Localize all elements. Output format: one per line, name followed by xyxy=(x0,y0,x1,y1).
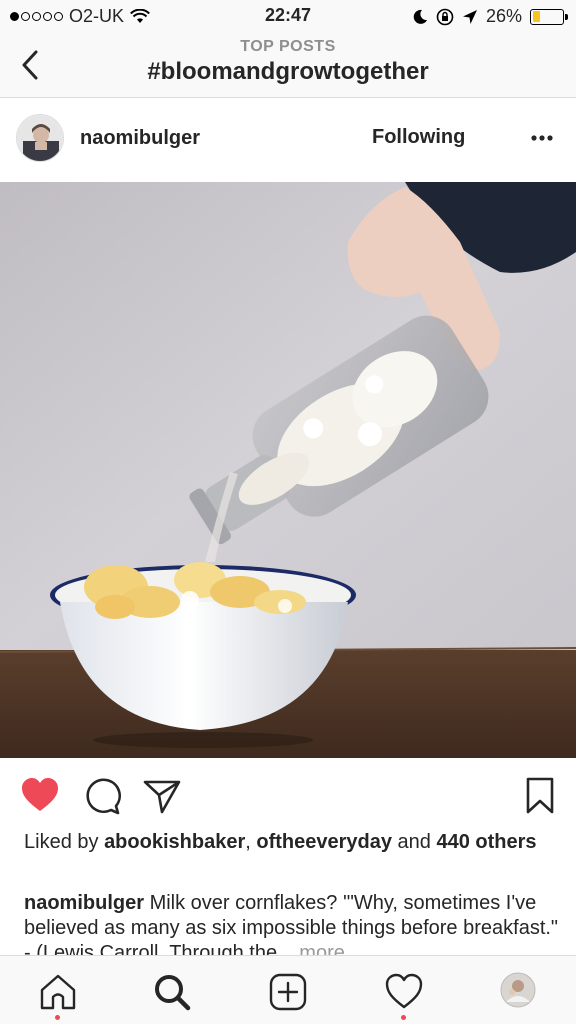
liked-by-and: and xyxy=(391,831,437,853)
battery-level xyxy=(532,11,541,22)
home-icon xyxy=(40,974,76,1010)
like-button[interactable] xyxy=(20,776,60,816)
following-button[interactable]: Following xyxy=(372,126,465,149)
comment-button[interactable] xyxy=(82,776,122,816)
comment-bubble-icon xyxy=(86,778,121,815)
liked-by-prefix: Liked by xyxy=(24,831,105,853)
search-icon xyxy=(155,975,191,1011)
location-arrow-icon xyxy=(462,9,477,24)
caption-more-link[interactable]: more xyxy=(299,942,345,955)
caption-username[interactable]: naomibulger xyxy=(24,892,144,914)
avatar-image xyxy=(17,115,63,161)
heart-filled-icon xyxy=(22,778,58,811)
battery-icon xyxy=(530,8,568,25)
tab-new-post[interactable] xyxy=(268,972,308,1012)
ellipsis-icon xyxy=(531,135,553,141)
post-options-button[interactable] xyxy=(526,124,558,152)
rotation-lock-icon xyxy=(436,8,454,25)
likes-summary: Liked by abookishbaker, oftheeveryday an… xyxy=(24,830,554,855)
header-subtitle: TOP POSTS xyxy=(240,38,336,55)
liked-by-user-2[interactable]: oftheeveryday xyxy=(256,831,392,853)
status-bar: O2-UK 22:47 26% xyxy=(0,0,576,34)
tab-profile[interactable] xyxy=(500,972,540,1012)
save-button[interactable] xyxy=(520,776,560,816)
bookmark-icon xyxy=(526,777,554,814)
battery-percent: 26% xyxy=(485,6,522,26)
bottom-tab-bar xyxy=(0,955,576,1024)
status-icons: 26% xyxy=(412,6,568,27)
post-photo[interactable] xyxy=(0,182,576,758)
tab-activity[interactable] xyxy=(384,972,424,1012)
do-not-disturb-moon-icon xyxy=(413,9,427,24)
post-username[interactable]: naomibulger xyxy=(80,127,200,150)
post-caption: naomibulger Milk over cornflakes? '"Why,… xyxy=(24,891,560,955)
liked-by-others-link[interactable]: 440 others xyxy=(436,831,536,853)
add-post-icon xyxy=(269,973,307,1011)
tab-home[interactable] xyxy=(38,972,78,1012)
profile-avatar xyxy=(500,972,536,1008)
tab-search[interactable] xyxy=(152,972,192,1012)
post-header: naomibulger Following xyxy=(0,98,576,182)
nav-header: TOP POSTS #bloomandgrowtogether xyxy=(0,34,576,98)
user-avatar[interactable] xyxy=(16,114,64,162)
share-button[interactable] xyxy=(142,776,182,816)
activity-heart-icon xyxy=(385,973,423,1009)
photo-image xyxy=(0,182,576,758)
post-actions xyxy=(0,758,576,830)
home-notification-dot xyxy=(55,1015,60,1020)
liked-by-user-1[interactable]: abookishbaker xyxy=(104,831,245,853)
liked-by-separator: , xyxy=(245,831,257,853)
activity-notification-dot xyxy=(401,1015,406,1020)
page-title: #bloomandgrowtogether xyxy=(147,58,429,85)
send-paper-plane-icon xyxy=(143,780,181,814)
